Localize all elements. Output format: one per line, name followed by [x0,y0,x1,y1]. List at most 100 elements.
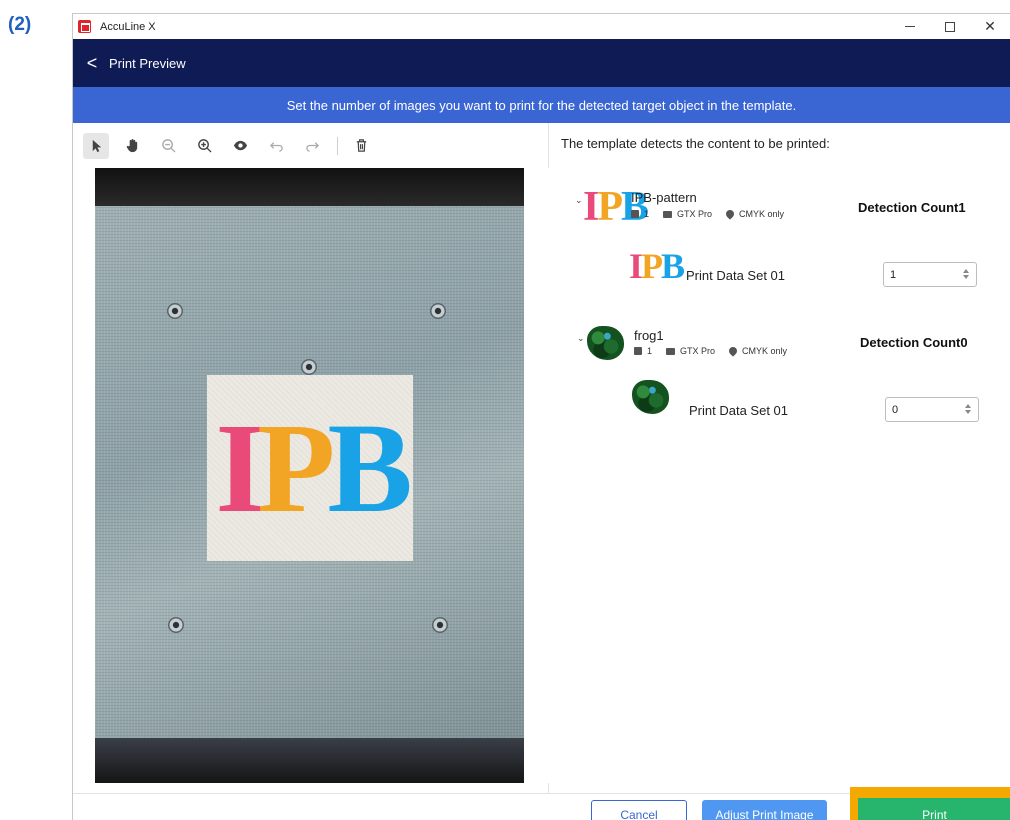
print-highlight: Print [850,787,1010,820]
item-meta: 1 GTX Pro CMYK only [634,345,801,357]
hand-icon [126,138,137,153]
ink-icon [724,208,736,220]
app-logo-icon [78,20,91,33]
title-bar: AccuLine X ✕ [73,14,1010,39]
back-arrow-icon: < [86,52,98,73]
detection-count-value: 0 [960,335,968,350]
zoom-out-icon [161,139,176,153]
item-name: frog1 [634,328,664,343]
main-content: I P B The template detects the content t… [73,123,1010,820]
rivet-icon [168,617,184,633]
detection-count-label: Detection Count [858,200,959,215]
maximize-button[interactable] [930,14,970,39]
window-controls: ✕ [890,14,1010,39]
printer-icon [666,347,676,355]
garment-photo: I P B [95,168,524,783]
logo-letter-i: I [215,397,265,539]
print-data-label: Print Data Set 01 [689,403,788,418]
detection-heading: The template detects the content to be p… [561,136,830,151]
detection-count-value: 1 [958,200,966,215]
printer-icon [663,210,673,218]
figure-label: (2) [8,14,32,35]
image-icon [631,210,639,218]
rivet-icon [430,303,446,319]
select-arrow-icon [92,139,101,153]
pan-tool-button[interactable] [119,133,145,159]
platen-top-edge [95,168,524,206]
minimize-icon [905,26,915,27]
item-name: IPB-pattern [631,190,697,205]
instruction-banner: Set the number of images you want to pri… [73,87,1010,123]
close-button[interactable]: ✕ [970,14,1010,39]
redo-icon [305,142,319,152]
quantity-stepper[interactable]: 0 [885,397,979,422]
select-tool-button[interactable] [83,132,109,159]
adjust-print-image-button[interactable]: Adjust Print Image [702,800,827,820]
rivet-icon [432,617,448,633]
rivet-icon [301,359,317,375]
frog-thumbnail [587,326,624,360]
logo-letter-b: B [327,397,412,539]
preview-canvas[interactable]: I P B [73,168,549,783]
image-count: 1 [647,346,653,356]
item-meta: 1 GTX Pro CMYK only [631,208,798,220]
undo-button[interactable] [263,133,289,159]
action-footer: Cancel Adjust Print Image Print [73,787,1010,820]
detection-count-label: Detection Count [860,335,961,350]
redo-button[interactable] [299,133,325,159]
thumb-letter-p: P [597,184,623,230]
cancel-button[interactable]: Cancel [591,800,687,820]
platen-bottom-edge [95,738,524,783]
maximize-icon [945,21,955,32]
minimize-button[interactable] [890,14,930,39]
detection-count: Detection Count0 [860,335,968,350]
print-button[interactable]: Print [858,798,1010,820]
ipb-logo: I P B [215,397,412,539]
color-mode: CMYK only [739,209,785,219]
banner-text: Set the number of images you want to pri… [286,97,797,113]
quantity-value[interactable]: 0 [892,404,898,416]
stepper-arrows-icon[interactable] [965,404,971,414]
detected-ipb-patch[interactable]: I P B [207,375,413,561]
preview-toolbar [73,123,548,168]
color-mode: CMYK only [742,346,788,356]
zoom-in-icon [197,139,212,153]
logo-letter-p: P [257,397,335,539]
trash-icon [356,139,366,152]
detection-pane: The template detects the content to be p… [550,123,1010,793]
zoom-out-button[interactable] [155,133,181,159]
app-window: AccuLine X ✕ < Print Preview Set the num… [72,13,1010,820]
thumb-letter-i: I [629,246,643,286]
rivet-icon [167,303,183,319]
thumb-letter-i: I [583,184,599,230]
close-icon: ✕ [984,18,996,34]
zoom-in-button[interactable] [191,133,217,159]
ink-icon [727,345,739,357]
image-count: 1 [644,209,650,219]
preview-visibility-button[interactable] [227,133,253,159]
navbar: < Print Preview [73,39,1010,87]
thumb-letter-p: P [641,246,663,286]
toolbar-divider [337,136,338,155]
page-title: Print Preview [109,55,186,71]
undo-icon [269,142,283,152]
preview-pane: I P B [73,123,549,793]
eye-icon [233,140,247,151]
print-data-thumbnail: I P B [629,246,685,286]
image-icon [634,347,642,355]
delete-button[interactable] [348,133,374,159]
printer-name: GTX Pro [680,346,716,356]
quantity-stepper[interactable]: 1 [883,262,977,287]
print-data-label: Print Data Set 01 [686,268,785,283]
back-button[interactable]: < [77,39,107,87]
stepper-arrows-icon[interactable] [963,269,969,279]
thumb-letter-b: B [661,246,685,286]
print-data-thumbnail [632,380,669,414]
chevron-down-icon[interactable]: ⌄ [577,333,585,344]
fabric-area: I P B [95,206,524,739]
app-title: AccuLine X [100,20,156,33]
detection-count: Detection Count1 [858,200,966,215]
printer-name: GTX Pro [677,209,713,219]
quantity-value[interactable]: 1 [890,269,896,281]
chevron-down-icon[interactable]: ⌄ [575,195,583,206]
